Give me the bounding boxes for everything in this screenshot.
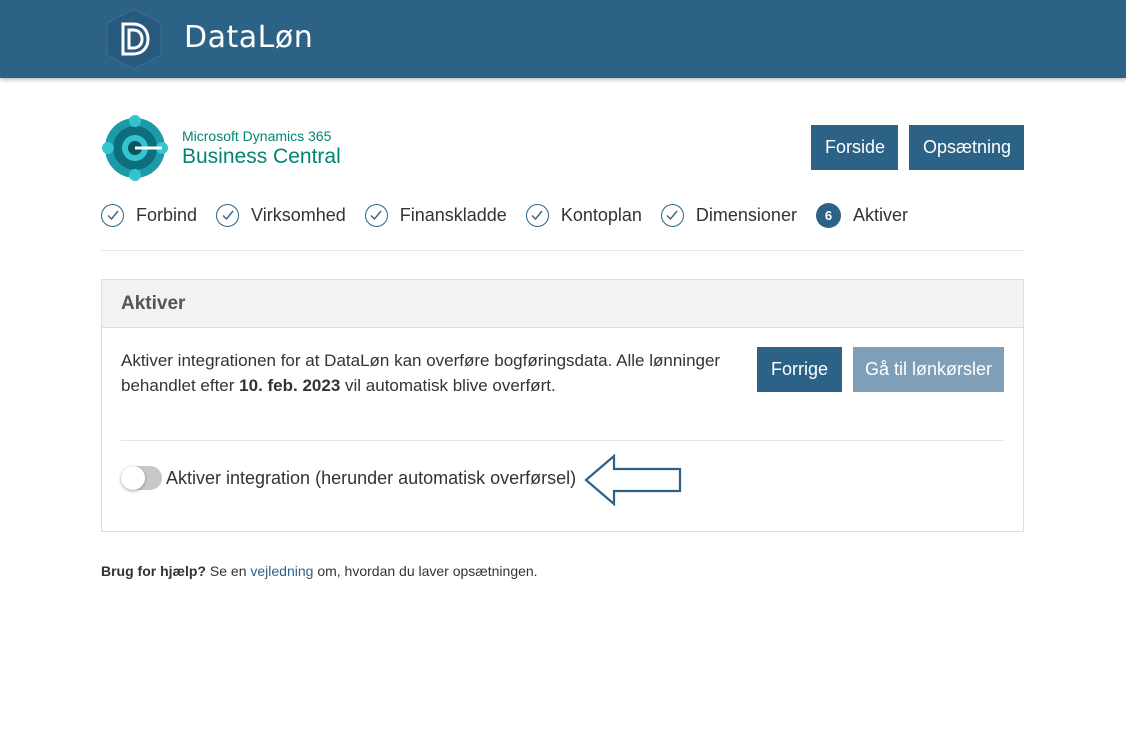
checkmark-icon <box>660 203 684 227</box>
step-label: Aktiver <box>852 204 908 225</box>
wizard-steps: Forbind Virksomhed Finanskladde Kontopla… <box>101 202 927 228</box>
vendor-line: Microsoft Dynamics 365 <box>182 128 332 144</box>
step-number-badge: 6 <box>815 202 841 228</box>
checkmark-icon <box>216 203 240 227</box>
help-text-before: Se en <box>206 563 251 579</box>
help-text: Brug for hjælp? Se en vejledning om, hvo… <box>101 563 538 579</box>
description-text-end: vil automatisk blive overført. <box>340 376 556 395</box>
description-date: 10. feb. 2023 <box>239 376 341 395</box>
checkmark-icon <box>101 203 124 227</box>
business-central-wordmark: Microsoft Dynamics 365 Business Central <box>182 128 341 169</box>
step-finanskladde[interactable]: Finanskladde <box>364 203 507 227</box>
forside-button[interactable]: Forside <box>811 125 898 170</box>
panel-description: Aktiver integrationen for at DataLøn kan… <box>121 348 746 398</box>
step-label: Finanskladde <box>399 204 507 225</box>
go-to-payroll-button[interactable]: Gå til lønkørsler <box>853 347 1004 392</box>
app-brand-name: DataLøn <box>184 20 314 55</box>
help-text-after: om, hvordan du laver opsætningen. <box>313 563 538 579</box>
toggle-knob <box>121 466 145 490</box>
step-label: Forbind <box>136 204 198 225</box>
step-label: Kontoplan <box>560 204 642 225</box>
divider <box>121 440 1004 441</box>
step-label: Virksomhed <box>251 204 346 225</box>
step-aktiver[interactable]: 6 Aktiver <box>815 202 908 228</box>
checkmark-icon <box>364 203 388 227</box>
panel-title: Aktiver <box>102 280 1023 328</box>
arrow-left-icon <box>584 454 682 506</box>
step-kontoplan[interactable]: Kontoplan <box>525 203 642 227</box>
top-bar: DataLøn <box>0 0 1126 78</box>
product-line: Business Central <box>182 145 341 168</box>
dataloen-logo-icon[interactable] <box>101 7 167 71</box>
help-bold: Brug for hjælp? <box>101 563 206 579</box>
step-forbind[interactable]: Forbind <box>101 203 198 227</box>
integration-toggle-row: Aktiver integration (herunder automatisk… <box>121 466 576 490</box>
step-virksomhed[interactable]: Virksomhed <box>216 203 346 227</box>
integration-toggle[interactable] <box>121 466 162 490</box>
step-label: Dimensioner <box>695 204 797 225</box>
toggle-label[interactable]: Aktiver integration (herunder automatisk… <box>166 468 576 489</box>
divider <box>101 250 1024 251</box>
opsaetning-button[interactable]: Opsætning <box>909 125 1024 170</box>
checkmark-icon <box>525 203 549 227</box>
guide-link[interactable]: vejledning <box>250 563 313 579</box>
step-dimensioner[interactable]: Dimensioner <box>660 203 797 227</box>
business-central-logo-icon <box>102 115 168 181</box>
activate-panel: Aktiver Aktiver integrationen for at Dat… <box>101 279 1024 532</box>
previous-button[interactable]: Forrige <box>757 347 842 392</box>
